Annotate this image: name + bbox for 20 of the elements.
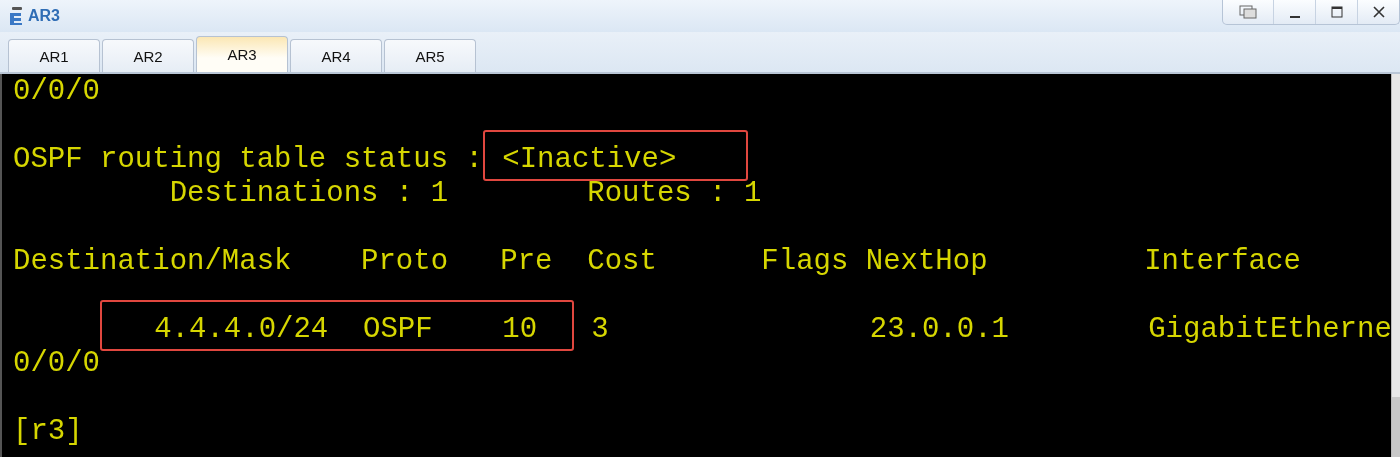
terminal-text: 3 23.0.0.1 GigabitEtherne (590, 313, 1391, 346)
terminal-text: 0/0/0 (13, 347, 100, 380)
router-icon (8, 6, 24, 26)
terminal-text: [r3] (13, 415, 83, 448)
close-icon (1372, 6, 1385, 18)
minimize-icon (1289, 15, 1300, 18)
window-title: AR3 (28, 7, 60, 25)
tab[interactable]: AR2 (102, 39, 194, 72)
highlighted-text: 4.4.4.0/24 OSPF 10 (100, 300, 574, 351)
restore-icon (1239, 5, 1257, 19)
terminal-text: 0/0/0 (13, 75, 100, 108)
tab[interactable]: AR1 (8, 39, 100, 72)
tab[interactable]: AR5 (384, 39, 476, 72)
scrollbar[interactable] (1391, 74, 1400, 457)
tab[interactable]: AR4 (290, 39, 382, 72)
terminal-text: Destination/Mask Proto Pre Cost Flags NextHop Interface (13, 245, 1301, 278)
maximize-icon (1330, 6, 1343, 18)
highlighted-text: <Inactive> (482, 130, 748, 181)
terminal-text: OSPF routing table status : (13, 143, 483, 176)
tab[interactable]: AR3 (196, 36, 288, 72)
